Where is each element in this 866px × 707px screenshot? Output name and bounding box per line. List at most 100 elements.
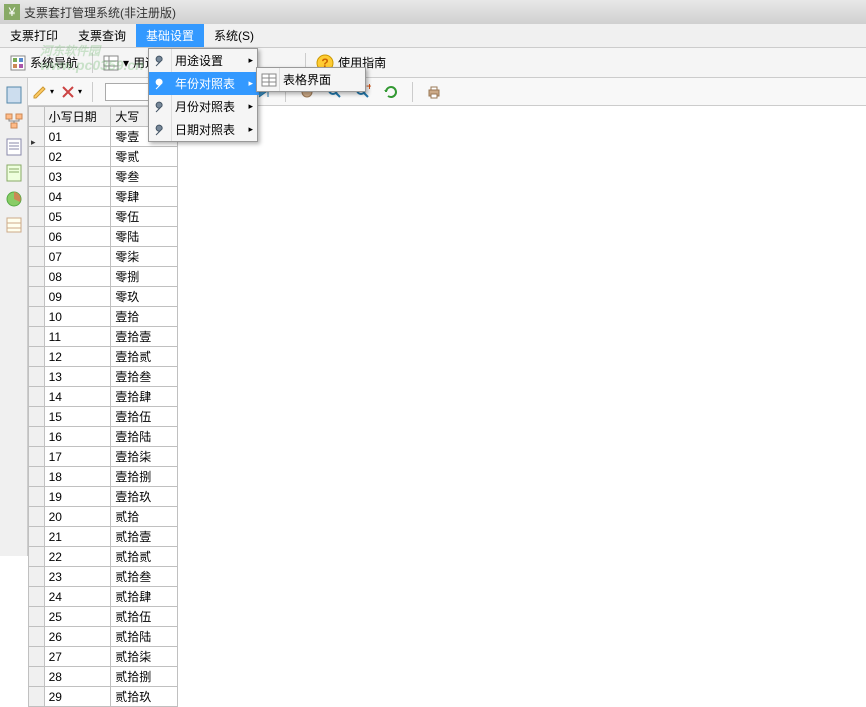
cell-upper[interactable]: 壹拾 xyxy=(111,307,178,327)
cell-date[interactable]: 19 xyxy=(44,487,111,507)
menu-system[interactable]: 系统(S) xyxy=(204,24,264,47)
menu-print[interactable]: 支票打印 xyxy=(0,24,68,47)
dd-year-table[interactable]: 年份对照表▸ xyxy=(149,72,259,95)
table-row[interactable]: 28贰拾捌 xyxy=(29,667,178,687)
cell-date[interactable]: 10 xyxy=(44,307,111,327)
cell-upper[interactable]: 壹拾壹 xyxy=(111,327,178,347)
table-row[interactable]: 05零伍 xyxy=(29,207,178,227)
cell-upper[interactable]: 壹拾肆 xyxy=(111,387,178,407)
dd-usage-settings[interactable]: 用途设置▸ xyxy=(149,49,259,72)
cell-date[interactable]: 25 xyxy=(44,607,111,627)
table-row[interactable]: 20贰拾 xyxy=(29,507,178,527)
cell-date[interactable]: 05 xyxy=(44,207,111,227)
cell-date[interactable]: 04 xyxy=(44,187,111,207)
cell-upper[interactable]: 贰拾肆 xyxy=(111,587,178,607)
cell-upper[interactable]: 壹拾陆 xyxy=(111,427,178,447)
cell-date[interactable]: 26 xyxy=(44,627,111,647)
cell-date[interactable]: 03 xyxy=(44,167,111,187)
data-grid[interactable]: 小写日期 大写 01零壹02零贰03零叁04零肆05零伍06零陆07零柒08零捌… xyxy=(28,106,178,707)
cell-date[interactable]: 17 xyxy=(44,447,111,467)
table-row[interactable]: 26贰拾陆 xyxy=(29,627,178,647)
dd-month-table[interactable]: 月份对照表▸ xyxy=(149,95,259,118)
cell-date[interactable]: 01 xyxy=(44,127,111,147)
table-row[interactable]: 24贰拾肆 xyxy=(29,587,178,607)
cell-date[interactable]: 29 xyxy=(44,687,111,707)
cell-date[interactable]: 23 xyxy=(44,567,111,587)
cell-upper[interactable]: 贰拾贰 xyxy=(111,547,178,567)
cell-upper[interactable]: 零柒 xyxy=(111,247,178,267)
cell-date[interactable]: 24 xyxy=(44,587,111,607)
cell-upper[interactable]: 零伍 xyxy=(111,207,178,227)
cell-upper[interactable]: 零肆 xyxy=(111,187,178,207)
table-row[interactable]: 15壹拾伍 xyxy=(29,407,178,427)
dd-table-view[interactable]: 表格界面 xyxy=(257,68,367,91)
table-row[interactable]: 03零叁 xyxy=(29,167,178,187)
page-icon[interactable] xyxy=(4,137,24,157)
cell-date[interactable]: 15 xyxy=(44,407,111,427)
cell-date[interactable]: 16 xyxy=(44,427,111,447)
cell-upper[interactable]: 壹拾伍 xyxy=(111,407,178,427)
table-row[interactable]: 18壹拾捌 xyxy=(29,467,178,487)
table-row[interactable]: 11壹拾壹 xyxy=(29,327,178,347)
table-row[interactable]: 19壹拾玖 xyxy=(29,487,178,507)
cell-date[interactable]: 20 xyxy=(44,507,111,527)
cell-upper[interactable]: 零陆 xyxy=(111,227,178,247)
cell-date[interactable]: 28 xyxy=(44,667,111,687)
cell-upper[interactable]: 贰拾捌 xyxy=(111,667,178,687)
dd-date-table[interactable]: 日期对照表▸ xyxy=(149,118,259,141)
table-row[interactable]: 13壹拾叁 xyxy=(29,367,178,387)
cell-upper[interactable]: 贰拾叁 xyxy=(111,567,178,587)
refresh-button[interactable] xyxy=(380,81,402,103)
nav-button[interactable]: 系统导航 xyxy=(4,52,84,73)
note-icon[interactable] xyxy=(4,163,24,183)
cell-date[interactable]: 14 xyxy=(44,387,111,407)
cell-date[interactable]: 02 xyxy=(44,147,111,167)
cell-date[interactable]: 09 xyxy=(44,287,111,307)
cell-date[interactable]: 22 xyxy=(44,547,111,567)
cell-date[interactable]: 13 xyxy=(44,367,111,387)
cell-upper[interactable]: 壹拾叁 xyxy=(111,367,178,387)
col-header-date[interactable]: 小写日期 xyxy=(44,107,111,127)
cell-date[interactable]: 08 xyxy=(44,267,111,287)
print-button[interactable] xyxy=(423,81,445,103)
cell-upper[interactable]: 壹拾捌 xyxy=(111,467,178,487)
chart-icon[interactable] xyxy=(4,189,24,209)
cell-upper[interactable]: 贰拾伍 xyxy=(111,607,178,627)
menu-query[interactable]: 支票查询 xyxy=(68,24,136,47)
table-row[interactable]: 16壹拾陆 xyxy=(29,427,178,447)
table-row[interactable]: 09零玖 xyxy=(29,287,178,307)
table-row[interactable]: 22贰拾贰 xyxy=(29,547,178,567)
table-row[interactable]: 10壹拾 xyxy=(29,307,178,327)
cell-date[interactable]: 07 xyxy=(44,247,111,267)
table-row[interactable]: 27贰拾柒 xyxy=(29,647,178,667)
cell-upper[interactable]: 贰拾 xyxy=(111,507,178,527)
cell-date[interactable]: 27 xyxy=(44,647,111,667)
cell-date[interactable]: 12 xyxy=(44,347,111,367)
cell-upper[interactable]: 贰拾柒 xyxy=(111,647,178,667)
cell-upper[interactable]: 零贰 xyxy=(111,147,178,167)
table-row[interactable]: 14壹拾肆 xyxy=(29,387,178,407)
delete-button[interactable]: ▾ xyxy=(60,81,82,103)
cell-upper[interactable]: 壹拾柒 xyxy=(111,447,178,467)
table-row[interactable]: 07零柒 xyxy=(29,247,178,267)
cell-date[interactable]: 11 xyxy=(44,327,111,347)
table-row[interactable]: 17壹拾柒 xyxy=(29,447,178,467)
cell-date[interactable]: 21 xyxy=(44,527,111,547)
cell-upper[interactable]: 零捌 xyxy=(111,267,178,287)
table-row[interactable]: 21贰拾壹 xyxy=(29,527,178,547)
cell-upper[interactable]: 贰拾陆 xyxy=(111,627,178,647)
edit-button[interactable]: ▾ xyxy=(32,81,54,103)
cell-upper[interactable]: 贰拾壹 xyxy=(111,527,178,547)
cell-upper[interactable]: 壹拾玖 xyxy=(111,487,178,507)
table-row[interactable]: 08零捌 xyxy=(29,267,178,287)
tree-icon[interactable] xyxy=(4,111,24,131)
cell-upper[interactable]: 贰拾玖 xyxy=(111,687,178,707)
table-row[interactable]: 06零陆 xyxy=(29,227,178,247)
table-row[interactable]: 02零贰 xyxy=(29,147,178,167)
table-row[interactable]: 04零肆 xyxy=(29,187,178,207)
table-row[interactable]: 12壹拾贰 xyxy=(29,347,178,367)
sheet-icon[interactable] xyxy=(4,215,24,235)
cell-upper[interactable]: 零叁 xyxy=(111,167,178,187)
table-row[interactable]: 29贰拾玖 xyxy=(29,687,178,707)
cell-upper[interactable]: 壹拾贰 xyxy=(111,347,178,367)
